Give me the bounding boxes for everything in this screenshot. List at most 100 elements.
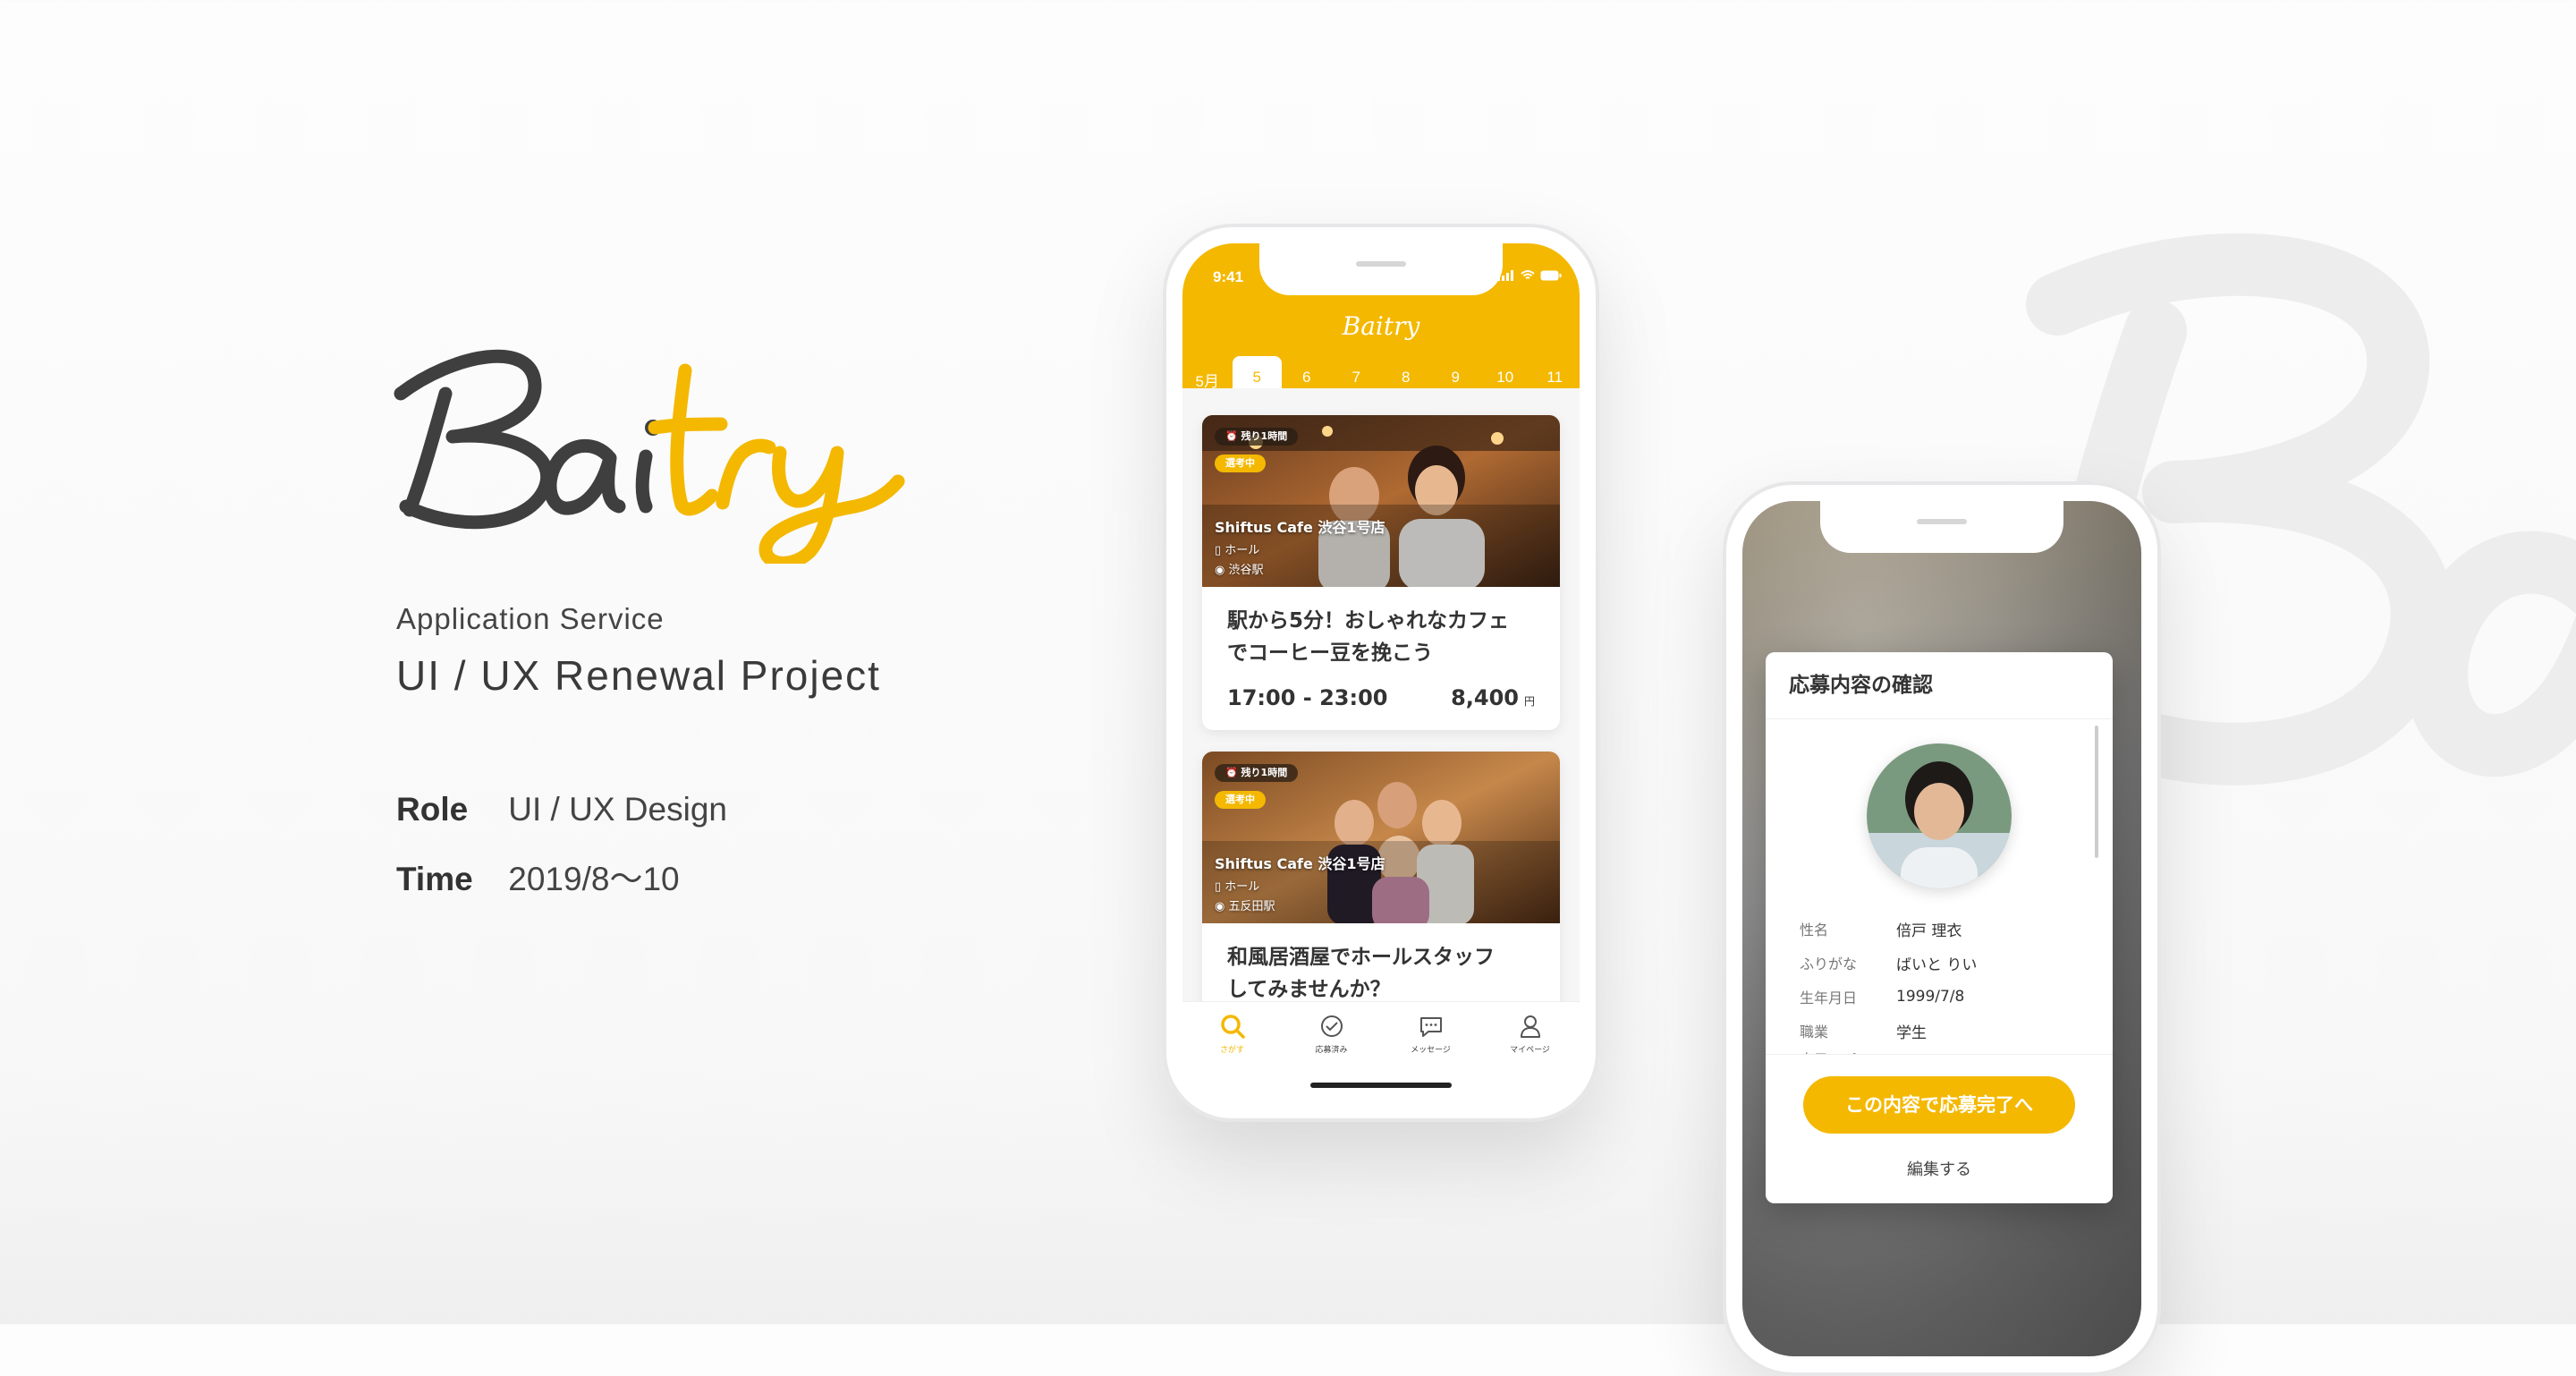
date-number: 8	[1402, 369, 1411, 386]
modal-footer: この内容で応募完了へ 編集する	[1766, 1054, 2113, 1203]
phone-notch	[1259, 243, 1503, 295]
pin-icon: ◉	[1215, 564, 1225, 577]
edit-link[interactable]: 編集する	[1766, 1157, 2113, 1180]
station-text: 渋谷駅	[1228, 564, 1264, 577]
job-title-line1: 和風居酒屋でホールスタッフ	[1227, 946, 1495, 969]
job-title: 和風居酒屋でホールスタッフ してみませんか？	[1202, 923, 1560, 1002]
role-label: Role	[396, 791, 469, 828]
tab-label: マイページ	[1510, 1046, 1550, 1055]
time-left-text: 残り1時間	[1241, 767, 1288, 778]
date-number: 5	[1252, 369, 1261, 386]
info-label: 職業	[1800, 1024, 1829, 1040]
building-icon: ▯	[1215, 544, 1222, 557]
alarm-icon: ⏰	[1225, 767, 1238, 778]
info-label: 性名	[1800, 922, 1829, 939]
home-indicator	[1310, 1083, 1452, 1088]
station-text: 五反田駅	[1228, 900, 1275, 913]
speaker	[1917, 519, 1967, 524]
apply-complete-button[interactable]: この内容で応募完了へ	[1803, 1076, 2075, 1134]
avatar	[1867, 743, 2012, 888]
date-number: 6	[1302, 369, 1311, 386]
date-number: 7	[1352, 369, 1360, 386]
subtitle: Application Service	[396, 602, 665, 635]
phone-notch	[1820, 501, 2063, 553]
job-category: ▯ ホール	[1215, 540, 1259, 557]
info-value: 学生	[1896, 1024, 1927, 1042]
date-number: 11	[1546, 369, 1563, 386]
job-title-line1: 駅から5分！おしゃれなカフェ	[1227, 609, 1510, 633]
job-category: ▯ ホール	[1215, 877, 1259, 894]
tab-search[interactable]: さがす	[1182, 1002, 1282, 1102]
status-badge: 選考中	[1215, 791, 1266, 809]
wage-value: 8,400	[1451, 685, 1519, 710]
search-icon	[1220, 1015, 1245, 1039]
tab-label: 応募済み	[1315, 1046, 1348, 1055]
category-text: ホール	[1224, 544, 1260, 557]
modal-scrollbar[interactable]	[2095, 726, 2098, 858]
shop-name: Shiftus Cafe 渋谷1号店	[1215, 855, 1385, 872]
job-wage: 8,400 円	[1451, 685, 1535, 710]
job-station: ◉ 渋谷駅	[1215, 560, 1264, 577]
info-label: ふりがな	[1800, 956, 1858, 973]
confirm-modal: 応募内容の確認 性名 倍戸 理衣ふりがな ばいと りい生年月日 1999/7/8 職業 学…	[1766, 652, 2113, 1203]
alarm-icon: ⏰	[1225, 430, 1238, 442]
info-row: 性名 倍戸 理衣	[1800, 912, 1977, 946]
job-photo: ⏰ 残り1時間 選考中 Shiftus Cafe 渋谷1号店 ▯ ホール ◉ 渋…	[1202, 415, 1560, 587]
battery-icon	[1540, 270, 1562, 285]
info-value: 倍戸 理衣	[1896, 922, 1962, 940]
info-row: 生年月日 1999/7/8	[1800, 980, 1977, 1014]
tab-bar: さがす 応募済み メッセージ マイページ	[1182, 1001, 1580, 1102]
job-title: 駅から5分！おしゃれなカフェ でコーヒー豆を挽こう	[1202, 587, 1560, 669]
job-feed[interactable]: ⏰ 残り1時間 選考中 Shiftus Cafe 渋谷1号店 ▯ ホール ◉ 渋…	[1182, 388, 1580, 1002]
info-row: ふりがな ばいと りい	[1800, 946, 1977, 980]
info-row: 職業 学生	[1800, 1014, 1977, 1048]
time-left-badge: ⏰ 残り1時間	[1215, 428, 1299, 446]
tab-label: さがす	[1219, 1046, 1244, 1055]
applicant-info: 性名倍戸 理衣ふりがなばいと りい生年月日1999/7/8職業学生自己アピール	[1800, 912, 1977, 1066]
job-footer: 17:00 - 23:00 8,400 円	[1202, 669, 1560, 710]
status-time: 9:41	[1213, 268, 1244, 285]
wifi-icon	[1521, 270, 1535, 285]
pin-icon: ◉	[1215, 900, 1225, 913]
phone-search-screen: 9:41 Baitry 5月 5木6金7土8日9月10火11水	[1182, 243, 1580, 1102]
job-title-line2: してみませんか？	[1227, 978, 1391, 1001]
time-left-text: 残り1時間	[1241, 430, 1288, 442]
time-left-badge: ⏰ 残り1時間	[1215, 764, 1299, 782]
category-text: ホール	[1224, 880, 1260, 894]
tab-label: メッセージ	[1411, 1046, 1451, 1055]
status-badge: 選考中	[1215, 454, 1266, 472]
tab-mypage[interactable]: マイページ	[1480, 1002, 1580, 1102]
wage-unit: 円	[1523, 695, 1535, 708]
check-circle-icon	[1320, 1015, 1343, 1037]
job-card[interactable]: ⏰ 残り1時間 選考中 Shiftus Cafe 渋谷1号店 ▯ ホール ◉ 五…	[1202, 752, 1560, 1002]
shop-name: Shiftus Cafe 渋谷1号店	[1215, 519, 1385, 536]
phone-confirm: 応募内容の確認 性名 倍戸 理衣ふりがな ばいと りい生年月日 1999/7/8 職業 学…	[1723, 481, 2161, 1376]
building-icon: ▯	[1215, 880, 1222, 894]
job-photo: ⏰ 残り1時間 選考中 Shiftus Cafe 渋谷1号店 ▯ ホール ◉ 五…	[1202, 752, 1560, 923]
modal-title: 応募内容の確認	[1766, 652, 2113, 719]
person-icon	[1520, 1015, 1540, 1038]
message-icon	[1419, 1017, 1442, 1037]
info-label: 生年月日	[1800, 990, 1858, 1007]
date-number: 9	[1451, 369, 1460, 386]
phone-confirm-screen: 応募内容の確認 性名 倍戸 理衣ふりがな ばいと りい生年月日 1999/7/8 職業 学…	[1742, 501, 2141, 1356]
avatar-photo-image	[1867, 743, 2012, 888]
job-station: ◉ 五反田駅	[1215, 896, 1275, 913]
info-value: 1999/7/8	[1896, 988, 1965, 1006]
role-row: Role UI / UX Design	[396, 791, 727, 828]
time-row: Time 2019/8〜10	[396, 852, 680, 900]
status-icons	[1497, 270, 1562, 285]
role-value: UI / UX Design	[508, 791, 727, 828]
app-title: Baitry	[1342, 311, 1420, 341]
project-title: UI / UX Renewal Project	[396, 652, 881, 699]
job-card[interactable]: ⏰ 残り1時間 選考中 Shiftus Cafe 渋谷1号店 ▯ ホール ◉ 渋…	[1202, 415, 1560, 730]
speaker	[1356, 261, 1406, 267]
time-label: Time	[396, 861, 473, 897]
phone-search: 9:41 Baitry 5月 5木6金7土8日9月10火11水	[1163, 224, 1599, 1122]
date-number: 10	[1496, 369, 1514, 386]
job-time: 17:00 - 23:00	[1227, 685, 1388, 710]
baitry-logo	[394, 349, 905, 564]
time-value: 2019/8〜10	[508, 861, 680, 897]
job-title-line2: でコーヒー豆を挽こう	[1227, 641, 1433, 665]
info-value: ばいと りい	[1896, 956, 1978, 974]
